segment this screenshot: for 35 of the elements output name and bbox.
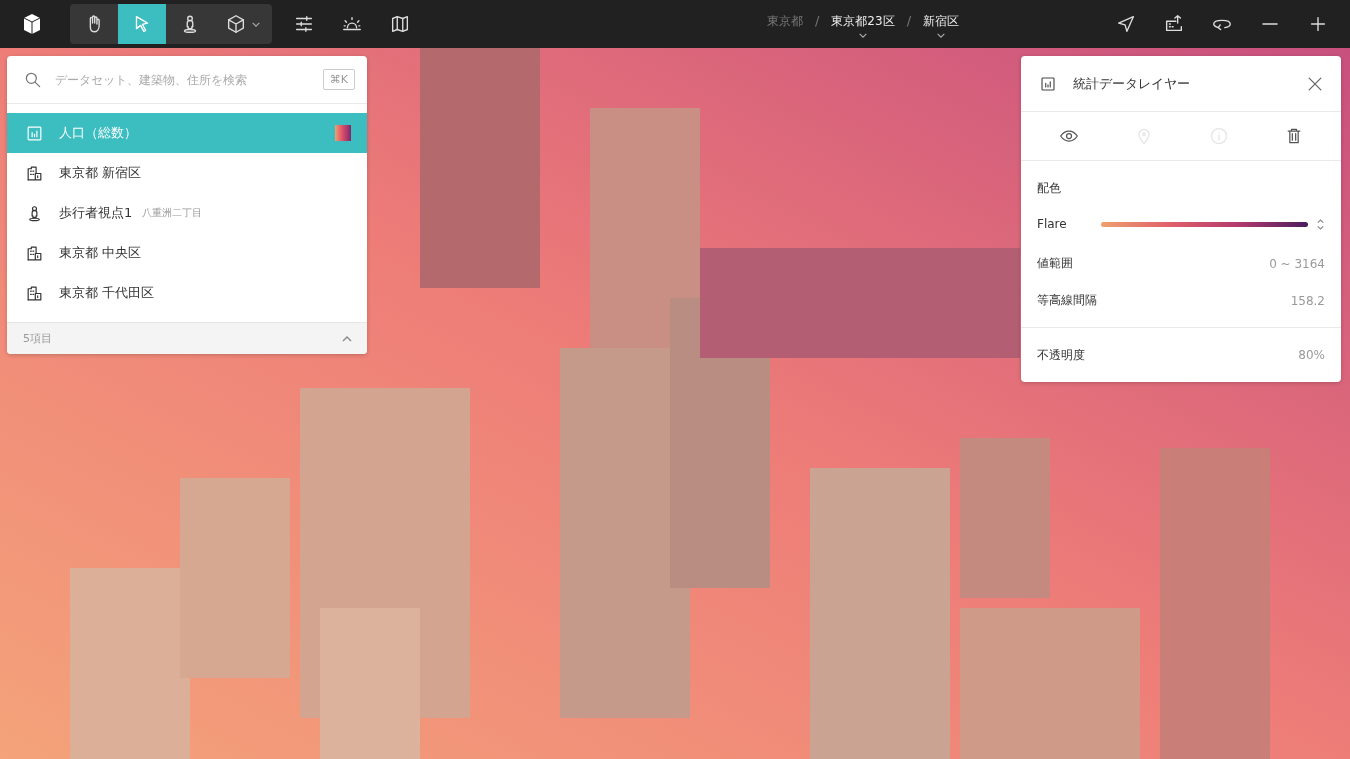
navigation-arrow-icon <box>1115 13 1137 35</box>
shortcut-hint: ⌘K <box>322 69 355 90</box>
section-heading: 配色 <box>1037 180 1062 197</box>
caret-icon <box>251 20 261 28</box>
chevron-down-icon <box>936 32 947 39</box>
breadcrumb-item[interactable]: 新宿区 <box>923 13 960 39</box>
layer-item[interactable]: 東京都 千代田区 <box>7 273 367 313</box>
property-value: 80% <box>1298 348 1325 362</box>
layer-name: 東京都 千代田区 <box>59 284 155 302</box>
layer-name: 歩行者視点1 <box>59 204 133 222</box>
property-value: 0 ~ 3164 <box>1269 256 1325 271</box>
cube-icon <box>225 13 247 35</box>
breadcrumb-separator: / <box>906 13 912 29</box>
layer-item[interactable]: 東京都 新宿区 <box>7 153 367 193</box>
bar-chart-icon <box>1039 74 1057 93</box>
property-label: 不透明度 <box>1037 346 1085 364</box>
color-scheme-name: Flare <box>1037 217 1068 231</box>
collapse-icon[interactable] <box>341 334 353 343</box>
property-label: 値範囲 <box>1037 255 1073 272</box>
sliders-icon <box>293 13 315 35</box>
gradient-swatch <box>335 125 351 141</box>
minus-icon <box>1262 23 1278 25</box>
layer-name: 人口（総数） <box>59 124 137 142</box>
breadcrumb-item[interactable]: 東京都23区 <box>831 13 895 39</box>
layer-item[interactable]: 東京都 中央区 <box>7 233 367 273</box>
property-value: 158.2 <box>1290 293 1325 308</box>
item-count: 5項目 <box>23 331 52 346</box>
layer-name: 東京都 中央区 <box>59 244 142 262</box>
property-label: 等高線間隔 <box>1037 292 1097 309</box>
layer-name: 東京都 新宿区 <box>59 164 142 182</box>
panel-title: 統計データレイヤー <box>1073 74 1191 93</box>
breadcrumb-item[interactable]: 東京都 <box>766 13 803 29</box>
breadcrumb-separator: / <box>814 13 820 29</box>
chevron-down-icon <box>858 32 868 39</box>
map-icon <box>389 13 411 35</box>
